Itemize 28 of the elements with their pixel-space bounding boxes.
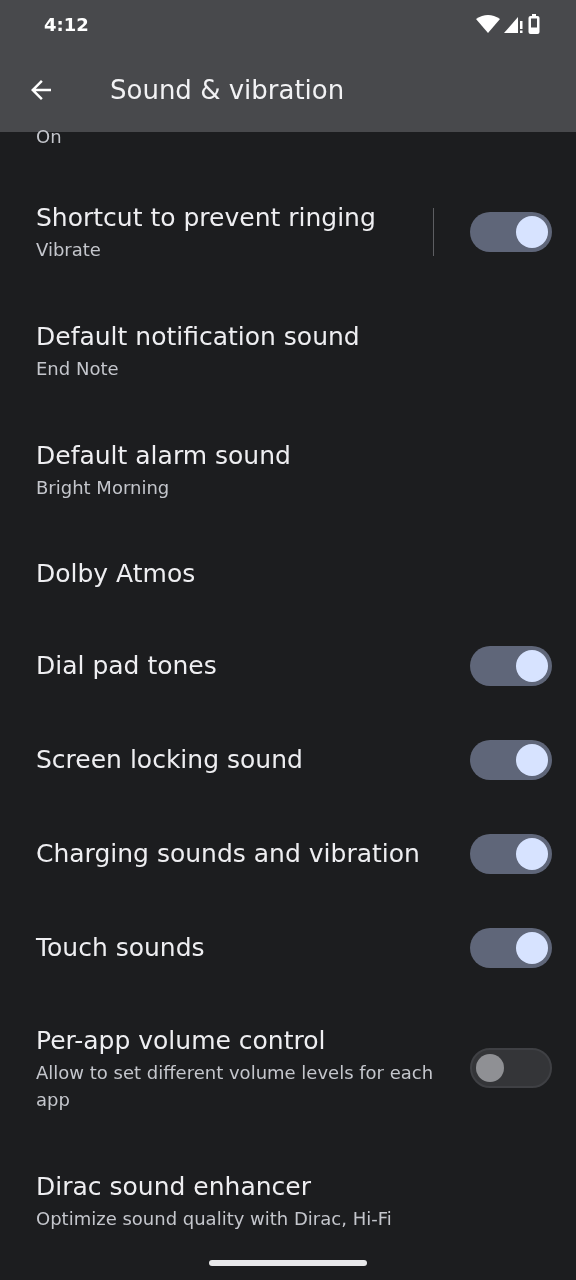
setting-summary: End Note <box>36 357 120 381</box>
toggle-switch[interactable] <box>470 646 552 686</box>
setting-title: Shortcut to prevent ringing <box>36 202 377 234</box>
wifi-icon <box>476 15 500 33</box>
battery-icon <box>528 14 540 34</box>
toggle-switch[interactable] <box>470 928 552 968</box>
toggle-switch[interactable] <box>470 740 552 780</box>
setting-title: Screen locking sound <box>36 744 304 776</box>
toggle-switch[interactable] <box>470 1048 552 1088</box>
setting-title: Touch sounds <box>36 932 206 964</box>
toggle-switch[interactable] <box>470 834 552 874</box>
page-title: Sound & vibration <box>110 75 345 105</box>
gesture-handle[interactable] <box>209 1260 367 1266</box>
setting-summary: Bright Morning <box>36 476 171 500</box>
setting-title: Default notification sound <box>36 321 361 353</box>
status-time: 4:12 <box>44 13 89 35</box>
setting-title: Default alarm sound <box>36 440 292 472</box>
setting-title: Dolby Atmos <box>36 558 197 590</box>
toggle-switch[interactable] <box>470 211 552 252</box>
setting-title: Charging sounds and vibration <box>36 838 421 870</box>
setting-summary: On <box>36 126 62 147</box>
setting-summary: Optimize sound quality with Dirac, Hi-Fi <box>36 1207 393 1231</box>
setting-title: Per-app volume control <box>36 1025 327 1057</box>
setting-summary: Allow to set different volume levels for each app <box>36 1061 435 1112</box>
setting-title: Dial pad tones <box>36 650 218 682</box>
signal-icon <box>504 15 524 33</box>
setting-summary: Vibrate <box>36 238 102 262</box>
setting-title: Dirac sound enhancer <box>36 1171 312 1203</box>
